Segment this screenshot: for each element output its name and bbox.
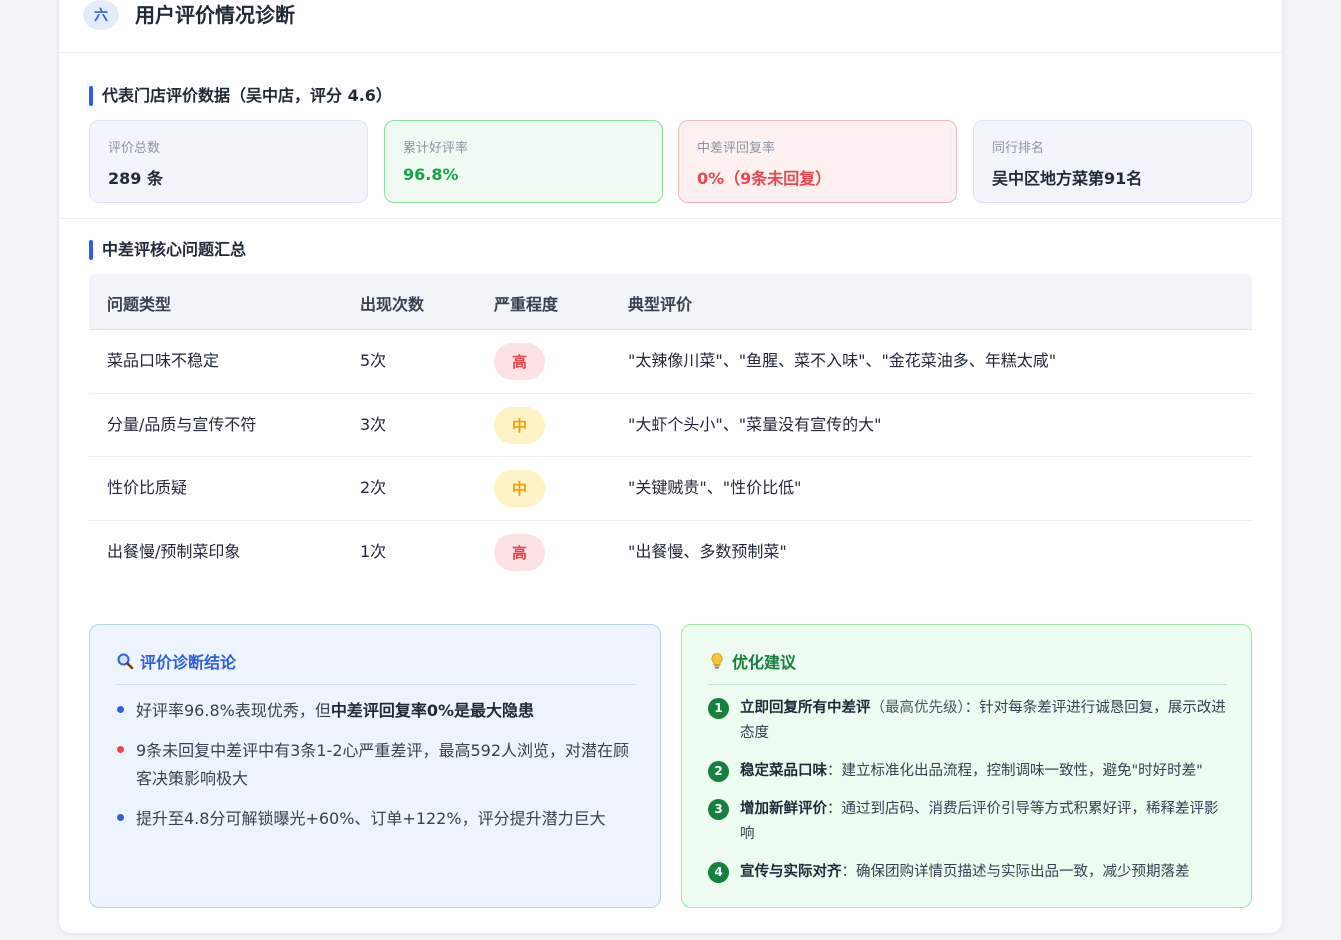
suggestions-box: 优化建议 1 立即回复所有中差评（最高优先级）：针对每条差评进行诚恳回复，展示改…: [681, 624, 1252, 908]
metric-value: 289 条: [108, 169, 163, 188]
table-header: 问题类型 出现次数 严重程度 典型评价: [89, 274, 1252, 330]
metric-value: 吴中区地方菜第91名: [992, 169, 1143, 188]
issues-title: 中差评核心问题汇总: [89, 240, 246, 260]
suggestions-title-text: 优化建议: [732, 653, 797, 672]
bullet-text: 提升至4.8分可解锁曝光+60%、订单+122%，评分提升潜力巨大: [136, 809, 606, 828]
issue-quote: "太辣像川菜"、"鱼腥、菜不入味"、"金花菜油多、年糕太咸": [628, 351, 1057, 370]
section-number: 六: [83, 0, 119, 30]
store-data-title: 代表门店评价数据（吴中店，评分 4.6）: [89, 86, 392, 106]
section-header: 六 用户评价情况诊断: [59, 0, 1282, 53]
step-note: （最高优先级）: [870, 700, 965, 716]
table-row: 菜品口味不稳定 5次 高 "太辣像川菜"、"鱼腥、菜不入味"、"金花菜油多、年糕…: [89, 330, 1252, 394]
issue-type: 分量/品质与宣传不符: [107, 414, 257, 434]
section-title: 用户评价情况诊断: [135, 3, 295, 27]
header-quote: 典型评价: [628, 295, 693, 314]
table-row: 出餐慢/预制菜印象 1次 高 "出餐慢、多数预制菜": [89, 521, 1252, 585]
metric-reply-rate: 中差评回复率 0%（9条未回复）: [678, 120, 957, 203]
metric-label: 同行排名: [992, 141, 1045, 156]
header-type: 问题类型: [107, 295, 172, 314]
issues-table: 问题类型 出现次数 严重程度 典型评价 菜品口味不稳定 5次 高 "太辣像川菜"…: [89, 274, 1252, 584]
conclusion-title: 评价诊断结论: [116, 649, 236, 673]
metric-label: 累计好评率: [403, 141, 469, 156]
table-row: 分量/品质与宣传不符 3次 中 "大虾个头小"、"菜量没有宣传的大": [89, 394, 1252, 457]
issue-count: 5次: [360, 351, 387, 370]
metric-value: 96.8%: [403, 165, 459, 184]
list-item: 3 增加新鲜评价：通过到店码、消费后评价引导等方式积累好评，稀释差评影响: [708, 797, 1228, 847]
suggestions-list: 1 立即回复所有中差评（最高优先级）：针对每条差评进行诚恳回复，展示改进态度 2…: [708, 696, 1228, 898]
metric-value: 0%（9条未回复）: [697, 169, 832, 188]
divider: [116, 684, 636, 685]
issue-quote: "关键贼贵"、"性价比低": [628, 478, 802, 497]
issue-type: 性价比质疑: [107, 478, 188, 497]
divider: [708, 684, 1227, 685]
header-count: 出现次数: [360, 295, 425, 314]
list-item: 9条未回复中差评中有3条1-2心严重差评，最高592人浏览，对潜在顾客决策影响极…: [116, 737, 636, 793]
issue-type: 出餐慢/预制菜印象: [107, 541, 241, 561]
bullet-bold-text: 中差评回复率0%是最大隐患: [330, 701, 535, 720]
metric-label: 中差评回复率: [697, 141, 776, 156]
diagnosis-card: 六 用户评价情况诊断 代表门店评价数据（吴中店，评分 4.6） 评价总数 289…: [59, 0, 1282, 933]
step-title: 宣传与实际对齐: [740, 864, 842, 880]
step-text: ：确保团购详情页描述与实际出品一致，减少预期落差: [841, 864, 1190, 880]
list-item: 1 立即回复所有中差评（最高优先级）：针对每条差评进行诚恳回复，展示改进态度: [708, 696, 1228, 746]
issue-quote: "大虾个头小"、"菜量没有宣传的大": [628, 414, 882, 434]
severity-badge: 高: [494, 533, 545, 571]
step-text: ：建立标准化出品流程，控制调味一致性，避免"时好时差": [827, 763, 1203, 779]
list-item: 2 稳定菜品口味：建立标准化出品流程，控制调味一致性，避免"时好时差": [708, 759, 1228, 784]
conclusion-title-text: 评价诊断结论: [140, 653, 237, 672]
bullet-dot: [117, 746, 124, 753]
issue-type: 菜品口味不稳定: [107, 351, 220, 370]
list-item: 提升至4.8分可解锁曝光+60%、订单+122%，评分提升潜力巨大: [116, 805, 636, 833]
lightbulb-icon: [711, 652, 723, 669]
step-number: 3: [708, 799, 729, 820]
table-row: 性价比质疑 2次 中 "关键贼贵"、"性价比低": [89, 457, 1252, 521]
metric-positive-rate: 累计好评率 96.8%: [384, 120, 663, 203]
bullet-text: 好评率96.8%表现优秀，但: [136, 701, 331, 720]
step-number: 2: [708, 761, 729, 782]
severity-badge: 高: [494, 343, 545, 380]
step-number: 4: [708, 862, 729, 883]
bullet-text: 9条未回复中差评中有3条1-2心严重差评，最高592人浏览，对潜在顾客决策影响极…: [136, 741, 630, 788]
step-title: 增加新鲜评价: [740, 801, 827, 817]
list-item: 4 宣传与实际对齐：确保团购详情页描述与实际出品一致，减少预期落差: [708, 860, 1228, 885]
severity-badge: 中: [494, 406, 545, 444]
conclusion-box: 评价诊断结论 好评率96.8%表现优秀，但中差评回复率0%是最大隐患 9条未回复…: [89, 624, 661, 908]
bullet-dot: [117, 706, 124, 713]
conclusion-list: 好评率96.8%表现优秀，但中差评回复率0%是最大隐患 9条未回复中差评中有3条…: [116, 697, 636, 845]
step-title: 立即回复所有中差评: [740, 700, 871, 716]
divider: [59, 218, 1282, 219]
metric-total-reviews: 评价总数 289 条: [89, 120, 368, 203]
metric-peer-rank: 同行排名 吴中区地方菜第91名: [973, 120, 1252, 203]
header-severity: 严重程度: [494, 295, 559, 314]
issue-quote: "出餐慢、多数预制菜": [628, 541, 787, 561]
bullet-dot: [117, 814, 124, 821]
metric-label: 评价总数: [108, 141, 161, 156]
severity-badge: 中: [494, 470, 545, 507]
step-number: 1: [708, 698, 729, 719]
issue-count: 2次: [360, 478, 387, 497]
issue-count: 3次: [360, 414, 387, 434]
list-item: 好评率96.8%表现优秀，但中差评回复率0%是最大隐患: [116, 697, 636, 725]
issue-count: 1次: [360, 541, 387, 561]
suggestions-title: 优化建议: [708, 649, 796, 673]
magnifier-icon: [117, 653, 134, 670]
step-title: 稳定菜品口味: [740, 763, 827, 779]
